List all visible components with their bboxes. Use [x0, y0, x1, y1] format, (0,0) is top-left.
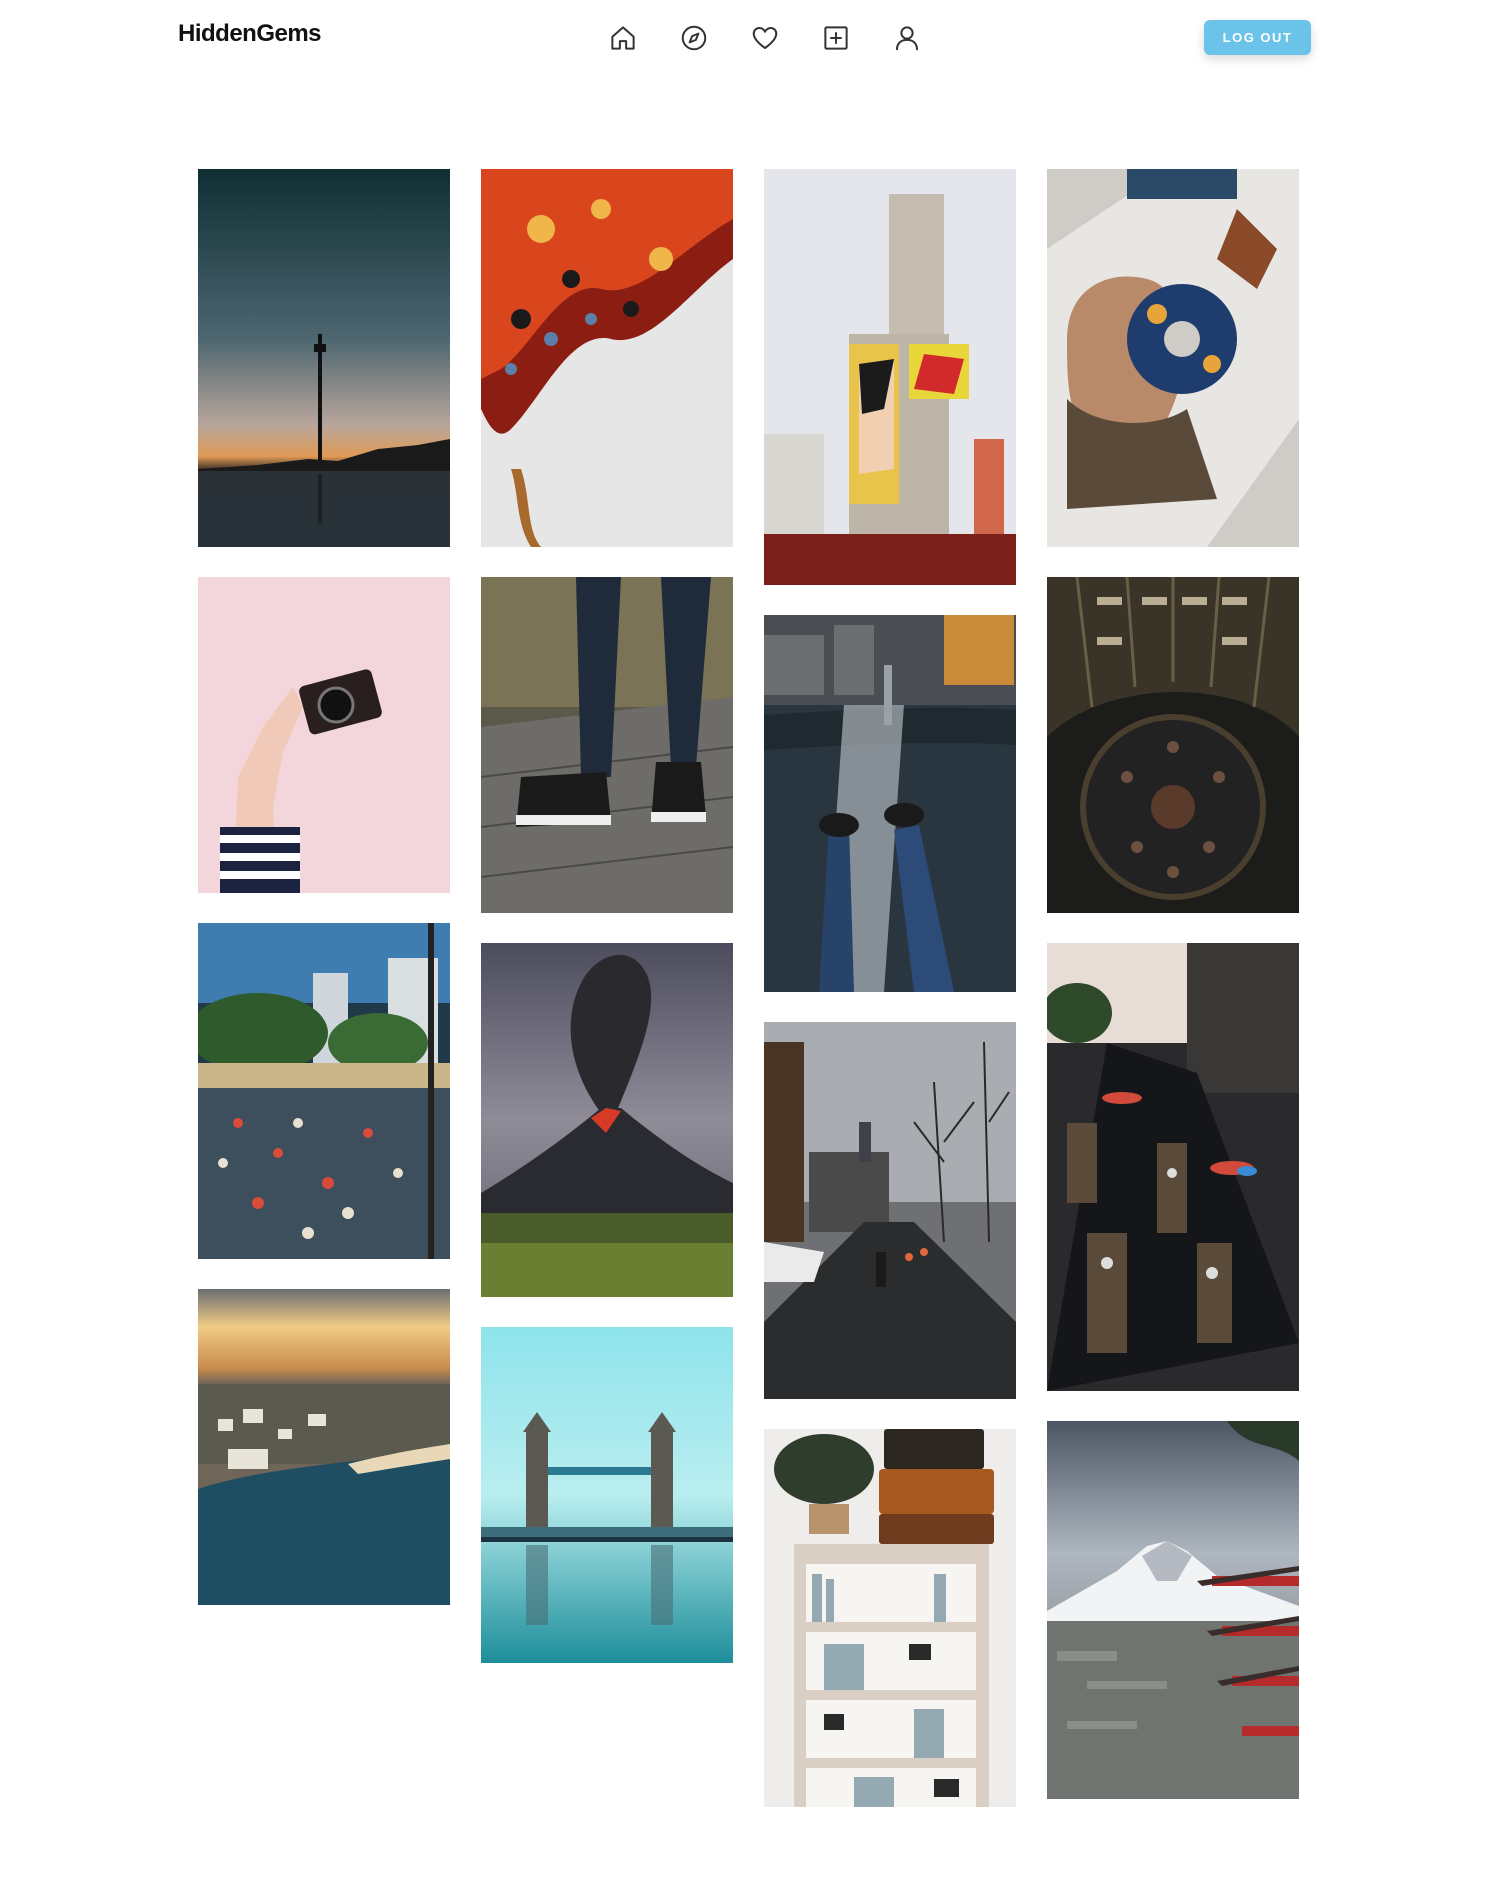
gallery-photo-floating-market[interactable]	[1047, 943, 1299, 1391]
gallery-photo-rainy-winter-street[interactable]	[764, 1022, 1016, 1399]
user-icon	[896, 26, 918, 51]
gallery-photo-street-art-building[interactable]	[764, 169, 1016, 585]
gallery-photo-feet-above-bridge[interactable]	[764, 615, 1016, 992]
gallery-photo-circular-library[interactable]	[1047, 577, 1299, 913]
plus-square-icon	[824, 26, 848, 50]
nav-explore-button[interactable]	[673, 18, 715, 58]
nav-add-post-button[interactable]	[815, 18, 857, 58]
gallery-photo-coastal-city-sunset[interactable]	[198, 1289, 450, 1605]
compass-icon	[681, 25, 707, 51]
gallery-photo-tower-bridge-reflection[interactable]	[481, 1327, 733, 1663]
nav-profile-button[interactable]	[886, 18, 928, 58]
nav-home-button[interactable]	[602, 18, 644, 58]
nav-favorites-button[interactable]	[744, 18, 786, 58]
home-icon	[611, 26, 635, 50]
nav-icons	[602, 18, 928, 58]
gallery-photo-abstract-fluid-paint[interactable]	[481, 169, 733, 547]
logout-button[interactable]: LOG OUT	[1204, 20, 1311, 55]
top-navigation: HiddenGems LOG OUT	[0, 0, 1497, 80]
gallery-photo-hand-holding-camera[interactable]	[198, 577, 450, 893]
heart-icon	[752, 27, 778, 49]
gallery-photo-marathon-runners[interactable]	[198, 923, 450, 1259]
gallery-photo-mount-fuji-pagoda[interactable]	[1047, 1421, 1299, 1799]
gallery-photo-converse-sneakers[interactable]	[481, 577, 733, 913]
gallery-photo-erupting-volcano[interactable]	[481, 943, 733, 1297]
gallery-photo-van-gogh-scrunchie[interactable]	[1047, 169, 1299, 547]
gallery-photo-sunset-tower-reflection[interactable]	[198, 169, 450, 547]
gallery-photo-bookshelf-with-suitcases[interactable]	[764, 1429, 1016, 1807]
photo-grid	[198, 169, 1299, 1809]
brand-logo[interactable]: HiddenGems	[178, 20, 322, 48]
